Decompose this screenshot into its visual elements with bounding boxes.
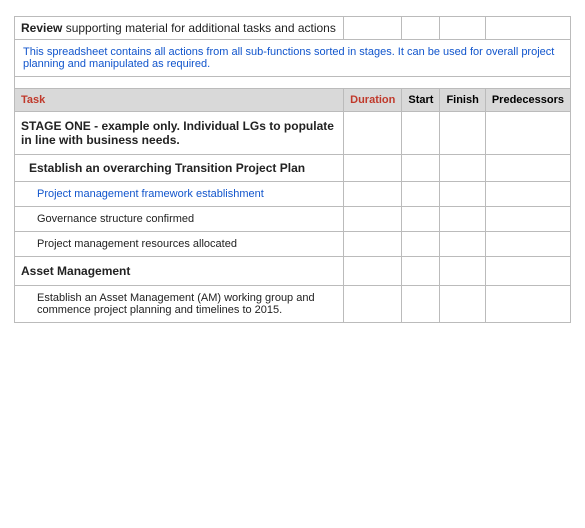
col-start-header: Start xyxy=(402,89,440,112)
spacer-row xyxy=(15,77,571,89)
review-header-row: Review supporting material for additiona… xyxy=(15,17,571,40)
column-header-row: Task Duration Start Finish Predecessors xyxy=(15,89,571,112)
asset-task-0-finish xyxy=(440,286,485,323)
review-cell: Review supporting material for additiona… xyxy=(15,17,344,40)
stage-one-pred xyxy=(485,112,570,155)
transition-duration xyxy=(344,155,402,182)
asset-task-0-duration xyxy=(344,286,402,323)
info-row: This spreadsheet contains all actions fr… xyxy=(15,40,571,77)
col-predecessors-header: Predecessors xyxy=(485,89,570,112)
info-cell: This spreadsheet contains all actions fr… xyxy=(15,40,571,77)
transition-start xyxy=(402,155,440,182)
asset-pred xyxy=(485,257,570,286)
header-start-empty xyxy=(402,17,440,40)
task-cell-0: Project management framework establishme… xyxy=(15,182,344,207)
header-duration-empty xyxy=(344,17,402,40)
asset-duration xyxy=(344,257,402,286)
asset-task-cell-0: Establish an Asset Management (AM) worki… xyxy=(15,286,344,323)
spacer-cell xyxy=(15,77,571,89)
col-task-header: Task xyxy=(15,89,344,112)
task-1-pred xyxy=(485,207,570,232)
stage-one-start xyxy=(402,112,440,155)
table-row: Project management resources allocated xyxy=(15,232,571,257)
table-row: Establish an Asset Management (AM) worki… xyxy=(15,286,571,323)
header-pred-empty xyxy=(485,17,570,40)
review-rest-text: supporting material for additional tasks… xyxy=(62,21,336,35)
task-1-finish xyxy=(440,207,485,232)
review-bold-text: Review xyxy=(21,21,62,35)
col-finish-header: Finish xyxy=(440,89,485,112)
transition-section-row: Establish an overarching Transition Proj… xyxy=(15,155,571,182)
stage-one-row: STAGE ONE - example only. Individual LGs… xyxy=(15,112,571,155)
asset-task-0-pred xyxy=(485,286,570,323)
table-row: Governance structure confirmed xyxy=(15,207,571,232)
task-0-finish xyxy=(440,182,485,207)
task-0-pred xyxy=(485,182,570,207)
transition-section-label: Establish an overarching Transition Proj… xyxy=(15,155,344,182)
stage-one-duration xyxy=(344,112,402,155)
task-2-finish xyxy=(440,232,485,257)
task-cell-2: Project management resources allocated xyxy=(15,232,344,257)
asset-management-section-row: Asset Management xyxy=(15,257,571,286)
task-1-duration xyxy=(344,207,402,232)
stage-one-label: STAGE ONE - example only. Individual LGs… xyxy=(15,112,344,155)
task-2-pred xyxy=(485,232,570,257)
transition-finish xyxy=(440,155,485,182)
task-0-start xyxy=(402,182,440,207)
task-2-duration xyxy=(344,232,402,257)
asset-section-label: Asset Management xyxy=(15,257,344,286)
asset-start xyxy=(402,257,440,286)
header-finish-empty xyxy=(440,17,485,40)
task-cell-1: Governance structure confirmed xyxy=(15,207,344,232)
stage-one-finish xyxy=(440,112,485,155)
col-duration-header: Duration xyxy=(344,89,402,112)
task-0-duration xyxy=(344,182,402,207)
asset-task-0-start xyxy=(402,286,440,323)
transition-pred xyxy=(485,155,570,182)
asset-finish xyxy=(440,257,485,286)
table-row: Project management framework establishme… xyxy=(15,182,571,207)
task-1-start xyxy=(402,207,440,232)
task-2-start xyxy=(402,232,440,257)
